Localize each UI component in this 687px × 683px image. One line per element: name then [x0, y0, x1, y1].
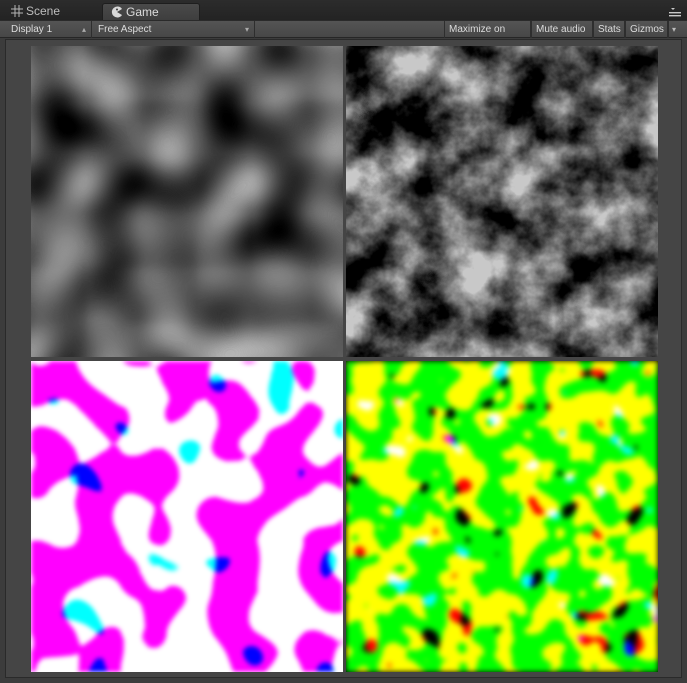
dropdown-arrow-icon: ▾ — [672, 25, 677, 34]
display-dropdown-value: Display 1 — [11, 24, 53, 35]
noise-texture-fractal-grayscale — [346, 46, 658, 357]
tab-scene[interactable]: Scene — [4, 3, 96, 20]
editor-tab-strip: Scene Game — [0, 0, 687, 20]
dropdown-arrow-icon: ▾ — [244, 25, 249, 34]
tab-game[interactable]: Game — [102, 3, 200, 20]
pacman-icon — [111, 6, 122, 18]
updown-arrow-icon: ▴︎ — [81, 25, 86, 34]
aspect-dropdown[interactable]: Free Aspect ▾ — [92, 21, 255, 38]
gizmos-button[interactable]: Gizmos — [625, 21, 668, 38]
tab-game-label: Game — [126, 5, 159, 19]
mute-audio-button[interactable]: Mute audio — [531, 21, 593, 38]
tab-scene-label: Scene — [26, 4, 61, 18]
game-view-toolbar: Display 1 ▴︎ Free Aspect ▾ Maximize on P… — [0, 20, 687, 52]
game-viewport[interactable] — [5, 39, 682, 678]
noise-texture-cmy-color — [31, 361, 343, 672]
stats-button[interactable]: Stats — [593, 21, 625, 38]
gizmos-dropdown[interactable]: ▾ — [668, 21, 682, 38]
aspect-dropdown-value: Free Aspect — [98, 24, 152, 35]
maximize-on-play-button[interactable]: Maximize on Play — [444, 21, 531, 52]
hamburger-menu-icon[interactable] — [669, 8, 681, 18]
noise-texture-smooth-grayscale — [31, 46, 343, 357]
grid-icon — [11, 5, 23, 17]
noise-texture-rgb-color — [346, 361, 658, 672]
display-dropdown[interactable]: Display 1 ▴︎ — [5, 21, 92, 38]
